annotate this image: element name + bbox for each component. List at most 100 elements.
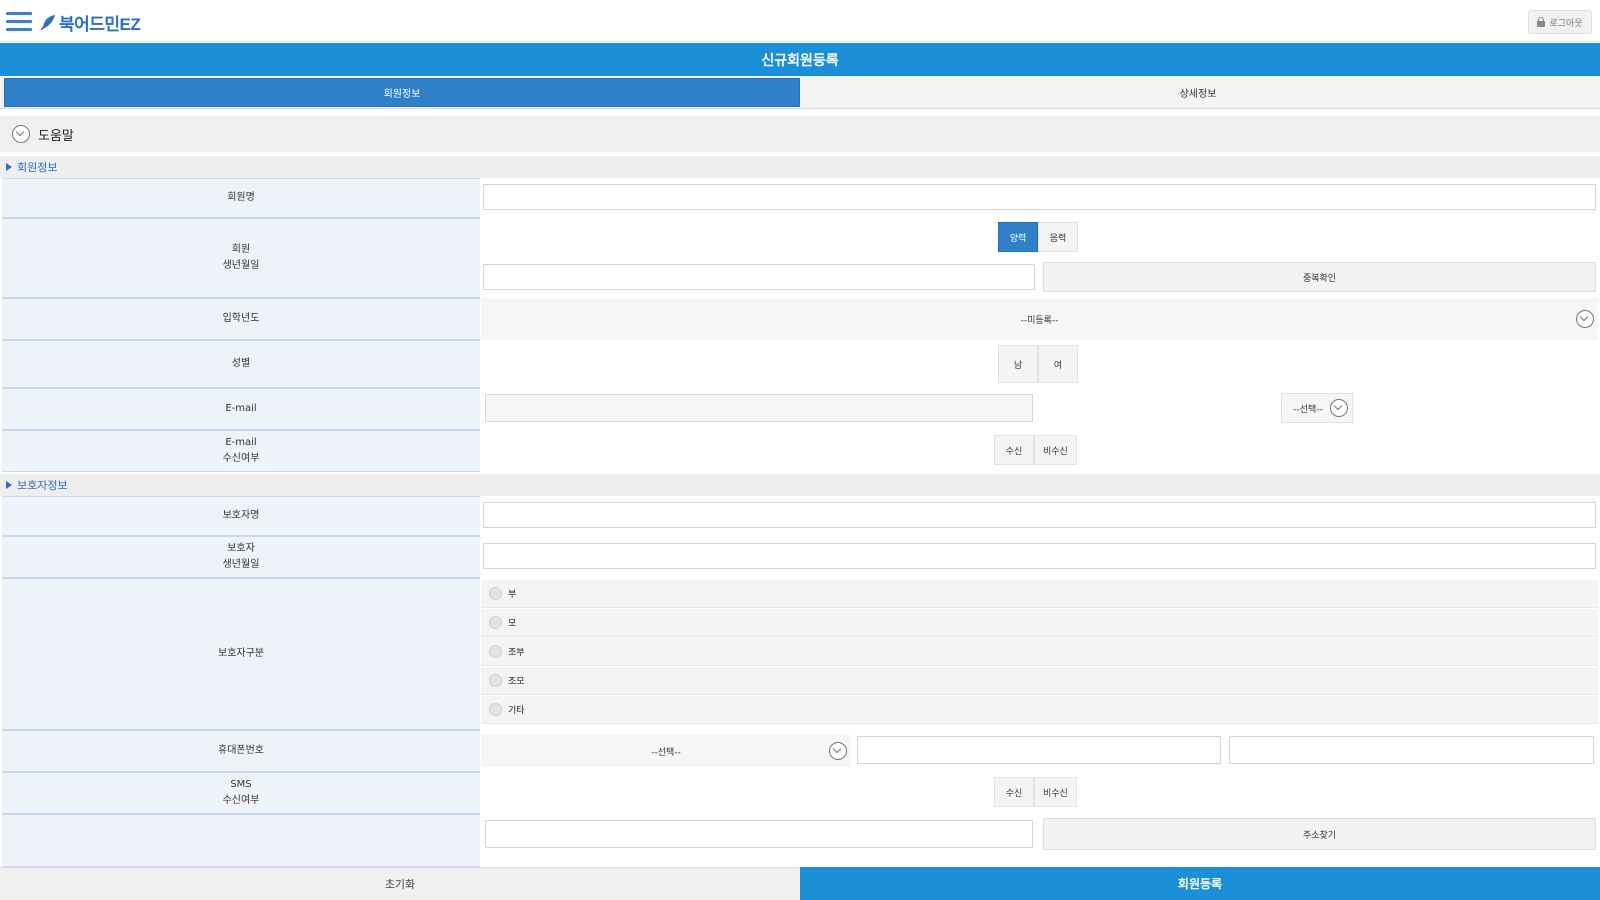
row-guardian-name: 보호자명	[0, 496, 1600, 536]
row-address: 주소찾기	[0, 814, 1600, 867]
guardian-name-input[interactable]	[483, 502, 1596, 528]
field-area: 남 여	[481, 340, 1598, 388]
help-label: 도움말	[38, 128, 74, 144]
sms-receive-option[interactable]: 수신	[994, 777, 1034, 807]
member-birth-input[interactable]	[483, 264, 1035, 290]
brand-logo[interactable]: 북어드민EZ	[40, 10, 141, 34]
field-area: 수신 비수신	[481, 430, 1598, 472]
label-text: 보호자	[227, 543, 255, 554]
section-member-info: 회원정보	[0, 156, 1600, 178]
section-title: 보호자정보	[17, 479, 68, 492]
field-area: 수신 비수신	[481, 772, 1598, 814]
label-text: SMS	[230, 779, 252, 790]
label-text: E-mail	[225, 403, 257, 414]
guardian-type-father[interactable]: 부	[481, 580, 1598, 608]
radio-label: 부	[508, 590, 517, 600]
label-text: 회원명	[227, 192, 255, 203]
phone-last-input[interactable]	[1229, 736, 1594, 764]
register-member-button[interactable]: 회원등록	[800, 867, 1600, 900]
lunar-option[interactable]: 음력	[1038, 222, 1078, 252]
field-area	[481, 178, 1598, 218]
radio-button[interactable]	[489, 674, 502, 687]
address-search-button[interactable]: 주소찾기	[1043, 818, 1596, 850]
row-member-birth: 회원 생년월일 양력 음력 중복확인	[0, 218, 1600, 298]
gender-female-option[interactable]: 여	[1038, 345, 1078, 383]
chevron-down-circle-icon	[12, 125, 30, 143]
email-domain-select[interactable]: --선택--	[1281, 393, 1353, 423]
help-toggle[interactable]: 도움말	[0, 116, 1600, 152]
radio-button[interactable]	[489, 616, 502, 629]
label-text: 보호자구분	[218, 648, 264, 659]
page-title: 신규회원등록	[0, 43, 1600, 76]
field-label: 휴대폰번호	[2, 730, 480, 772]
row-entry-year: 입학년도 --미등록--	[0, 298, 1600, 340]
phone-middle-input[interactable]	[857, 736, 1221, 764]
member-name-input[interactable]	[483, 184, 1596, 210]
label-text: 성별	[231, 358, 251, 369]
top-bar: 북어드민EZ 로그아웃	[0, 0, 1600, 42]
logout-button[interactable]: 로그아웃	[1528, 10, 1592, 34]
field-area: --선택--	[481, 388, 1598, 430]
label-text: E-mail	[225, 437, 257, 448]
calendar-type-toggle: 양력 음력	[998, 222, 1078, 252]
radio-button[interactable]	[489, 587, 502, 600]
sms-decline-option[interactable]: 비수신	[1034, 777, 1077, 807]
guardian-birth-input[interactable]	[483, 543, 1596, 569]
label-text: 입학년도	[222, 313, 260, 324]
tab-bar: 회원정보 상세정보	[0, 76, 1600, 109]
triangle-right-icon	[6, 163, 12, 171]
label-text: 보호자명	[222, 510, 260, 521]
radio-label: 조부	[508, 648, 525, 658]
radio-button[interactable]	[489, 645, 502, 658]
row-email-consent: E-mail 수신여부 수신 비수신	[0, 430, 1600, 472]
reset-button[interactable]: 초기화	[0, 867, 800, 900]
select-value: --미등록--	[1020, 315, 1059, 326]
email-input[interactable]	[485, 394, 1033, 422]
field-label: SMS 수신여부	[2, 772, 480, 814]
guardian-type-mother[interactable]: 모	[481, 609, 1598, 637]
gender-toggle: 남 여	[998, 345, 1078, 383]
label-text: 생년월일	[222, 559, 260, 570]
row-gender: 성별 남 여	[0, 340, 1600, 388]
tab-detail-info[interactable]: 상세정보	[800, 78, 1596, 107]
field-label: 보호자명	[2, 496, 480, 536]
leaf-icon	[40, 13, 56, 31]
field-label: 회원명	[2, 178, 480, 218]
chevron-down-icon	[1330, 399, 1348, 417]
field-area	[481, 496, 1598, 536]
field-label: 회원 생년월일	[2, 218, 480, 298]
section-title: 회원정보	[17, 161, 58, 174]
row-email: E-mail --선택--	[0, 388, 1600, 430]
field-area	[481, 536, 1598, 578]
row-sms-consent: SMS 수신여부 수신 비수신	[0, 772, 1600, 814]
sms-consent-toggle: 수신 비수신	[994, 777, 1077, 807]
field-area: 부 모 조부 조모 기타	[481, 578, 1598, 730]
row-phone: 휴대폰번호 --선택--	[0, 730, 1600, 772]
entry-year-select[interactable]: --미등록--	[481, 298, 1598, 340]
guardian-type-grandmother[interactable]: 조모	[481, 667, 1598, 695]
duplicate-check-button[interactable]: 중복확인	[1043, 262, 1596, 292]
phone-prefix-select[interactable]: --선택--	[481, 735, 851, 767]
select-value: --선택--	[651, 747, 681, 758]
field-area: --미등록--	[481, 298, 1598, 340]
zipcode-input[interactable]	[485, 820, 1033, 848]
guardian-type-other[interactable]: 기타	[481, 696, 1598, 724]
field-area: 주소찾기	[481, 814, 1598, 867]
logout-label: 로그아웃	[1549, 18, 1583, 29]
email-decline-option[interactable]: 비수신	[1034, 435, 1077, 465]
row-guardian-type: 보호자구분 부 모 조부 조모 기타	[0, 578, 1600, 730]
menu-icon[interactable]	[6, 12, 32, 32]
gender-male-option[interactable]: 남	[998, 345, 1038, 383]
tab-member-info[interactable]: 회원정보	[4, 78, 800, 107]
solar-option[interactable]: 양력	[998, 222, 1038, 252]
lock-icon	[1537, 17, 1546, 27]
row-guardian-birth: 보호자 생년월일	[0, 536, 1600, 578]
guardian-type-grandfather[interactable]: 조부	[481, 638, 1598, 666]
field-area: --선택--	[481, 730, 1598, 772]
triangle-right-icon	[6, 481, 12, 489]
section-guardian-info: 보호자정보	[0, 474, 1600, 496]
chevron-down-icon	[829, 742, 847, 760]
email-receive-option[interactable]: 수신	[994, 435, 1034, 465]
radio-button[interactable]	[489, 703, 502, 716]
email-consent-toggle: 수신 비수신	[994, 435, 1077, 465]
